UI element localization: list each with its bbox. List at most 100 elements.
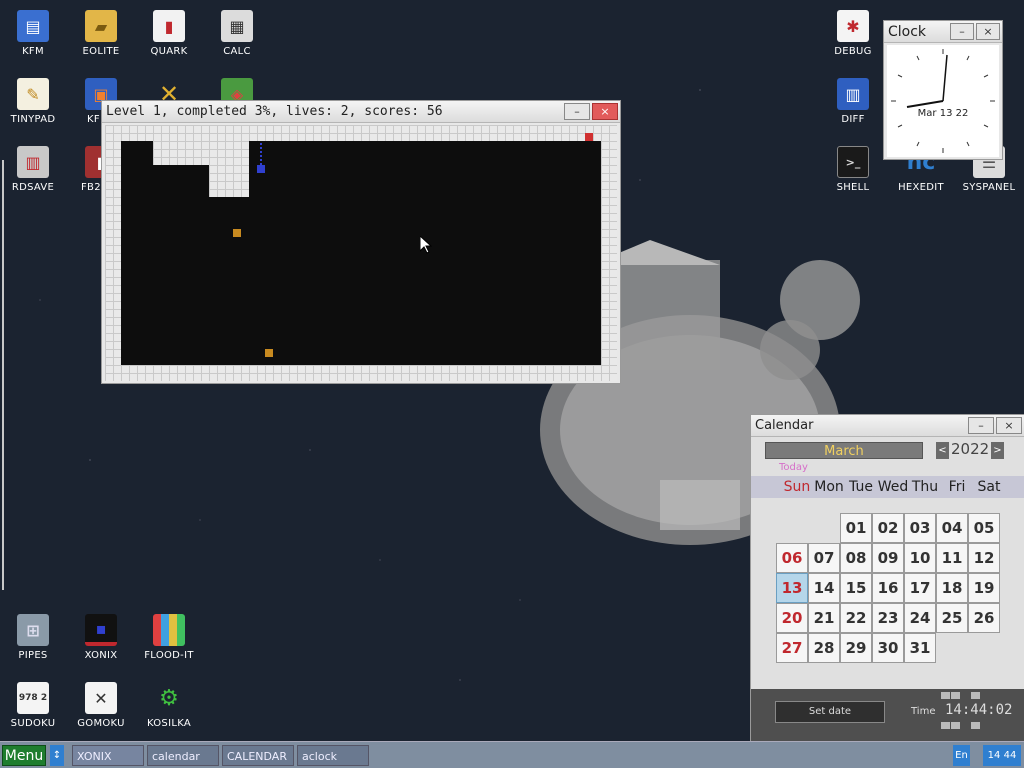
calendar-day[interactable]: 22 (840, 603, 872, 633)
calendar-day[interactable]: 30 (872, 633, 904, 663)
month-dropdown[interactable]: March (765, 442, 923, 459)
desktop-icon-shell[interactable]: >_ SHELL (821, 146, 885, 193)
weekday-fri: Fri (948, 479, 966, 495)
calendar-day[interactable]: 15 (840, 573, 872, 603)
minimize-icon: – (978, 419, 984, 432)
task-calendar-upper[interactable]: CALENDAR (222, 745, 294, 766)
desktop-icon-eolite[interactable]: ▰ EOLITE (69, 10, 133, 57)
disk-save-icon: ▥ (17, 146, 49, 178)
clock-minimize-button[interactable]: – (950, 23, 974, 40)
calendar-minimize-button[interactable]: – (968, 417, 994, 434)
task-aclock[interactable]: aclock (297, 745, 369, 766)
desktop-icon-tinypad[interactable]: ✎ TINYPAD (1, 78, 65, 125)
xonix-sea-area (121, 141, 601, 365)
clock-dial (891, 49, 995, 153)
set-date-button[interactable]: Set date (775, 701, 885, 723)
calendar-day[interactable]: 06 (776, 543, 808, 573)
xonix-player-trail (260, 143, 262, 165)
desktop-icon-kfm[interactable]: ▤ KFM (1, 10, 65, 57)
calendar-day[interactable]: 29 (840, 633, 872, 663)
desktop-icon-kosilka[interactable]: ⚙ KOSILKA (137, 682, 201, 730)
calendar-day-today[interactable]: 13 (776, 573, 808, 603)
calendar-day[interactable]: 19 (968, 573, 1000, 603)
desktop-left-edge (2, 160, 4, 590)
calendar-day[interactable]: 14 (808, 573, 840, 603)
calendar-day[interactable]: 02 (872, 513, 904, 543)
notepad-pencil-icon: ✎ (17, 78, 49, 110)
second-up-spinner[interactable] (971, 692, 980, 699)
calendar-titlebar[interactable]: Calendar – × (751, 415, 1024, 437)
xonix-sea-ball (265, 349, 273, 357)
desktop-icon-diff[interactable]: ▥ DIFF (821, 78, 885, 125)
calendar-day[interactable]: 10 (904, 543, 936, 573)
calendar-day[interactable]: 23 (872, 603, 904, 633)
calendar-window[interactable]: Calendar – × March < 2022 > Today Sun Mo… (750, 414, 1024, 742)
calendar-day[interactable]: 27 (776, 633, 808, 663)
taskbar-switch-button[interactable]: ↕ (50, 745, 64, 766)
desktop-icon-gomoku[interactable]: ✕ GOMOKU (69, 682, 133, 729)
hour-up-spinner[interactable] (941, 692, 950, 699)
second-down-spinner[interactable] (971, 722, 980, 729)
clock-titlebar[interactable]: Clock – × (884, 21, 1002, 43)
calendar-day[interactable]: 26 (968, 603, 1000, 633)
year-next-button[interactable]: > (991, 442, 1004, 459)
weekday-mon: Mon (814, 479, 844, 495)
calendar-close-button[interactable]: × (996, 417, 1022, 434)
xonix-land-enemy (585, 133, 593, 141)
xonix-captured-land-2 (209, 165, 249, 197)
xonix-window[interactable]: Level 1, completed 3%, lives: 2, scores:… (101, 100, 621, 384)
calendar-footer: Set date Time 14:44:02 (751, 689, 1024, 741)
xonix-minimize-button[interactable]: – (564, 103, 590, 120)
clock-window[interactable]: Clock – × Mar 13 22 (883, 20, 1003, 160)
calendar-day[interactable]: 25 (936, 603, 968, 633)
calendar-day[interactable]: 28 (808, 633, 840, 663)
desktop-icon-quark[interactable]: ▮ QUARK (137, 10, 201, 57)
calendar-day[interactable]: 31 (904, 633, 936, 663)
minute-down-spinner[interactable] (951, 722, 960, 729)
clock-close-button[interactable]: × (976, 23, 1000, 40)
keyboard-layout-indicator[interactable]: En (953, 745, 970, 766)
calendar-day[interactable]: 24 (904, 603, 936, 633)
minimize-icon: – (574, 105, 580, 118)
minute-up-spinner[interactable] (951, 692, 960, 699)
time-value[interactable]: 14:44:02 (945, 702, 1012, 718)
desktop-icon-xonix[interactable]: ▪ XONIX (69, 614, 133, 661)
mouse-cursor-icon (420, 236, 432, 254)
desktop-icon-rdsave[interactable]: ▥ RDSAVE (1, 146, 65, 193)
xonix-close-button[interactable]: × (592, 103, 618, 120)
menu-button[interactable]: Menu (2, 745, 46, 766)
desktop-icon-flood-it[interactable]: FLOOD-IT (137, 614, 201, 661)
task-xonix[interactable]: XONIX (72, 745, 144, 766)
calendar-day[interactable]: 11 (936, 543, 968, 573)
calendar-day[interactable]: 01 (840, 513, 872, 543)
calendar-day[interactable]: 08 (840, 543, 872, 573)
diff-compare-icon: ▥ (837, 78, 869, 110)
time-label: Time (911, 706, 936, 717)
calendar-day[interactable]: 12 (968, 543, 1000, 573)
desktop-icon-sudoku[interactable]: 978 2 SUDOKU (1, 682, 65, 729)
xonix-title: Level 1, completed 3%, lives: 2, scores:… (106, 104, 443, 119)
calendar-day[interactable]: 16 (872, 573, 904, 603)
calendar-day[interactable]: 04 (936, 513, 968, 543)
calendar-day[interactable]: 17 (904, 573, 936, 603)
taskbar: Menu ↕ XONIX calendar CALENDAR aclock En… (0, 741, 1024, 768)
taskbar-clock[interactable]: 14 44 (983, 745, 1021, 766)
year-prev-button[interactable]: < (936, 442, 949, 459)
calendar-day[interactable]: 05 (968, 513, 1000, 543)
hour-down-spinner[interactable] (941, 722, 950, 729)
desktop-icon-calc[interactable]: ▦ CALC (205, 10, 269, 57)
desktop-icon-debug[interactable]: ✱ DEBUG (821, 10, 885, 57)
calendar-day[interactable]: 07 (808, 543, 840, 573)
xonix-game-field[interactable] (105, 125, 617, 381)
tic-tac-toe-icon: ✕ (85, 682, 117, 714)
desktop-icon-pipes[interactable]: ⊞ PIPES (1, 614, 65, 661)
calendar-day[interactable]: 21 (808, 603, 840, 633)
today-link[interactable]: Today (779, 462, 808, 473)
calendar-day[interactable]: 18 (936, 573, 968, 603)
weekday-thu: Thu (911, 479, 939, 495)
task-calendar[interactable]: calendar (147, 745, 219, 766)
calendar-day[interactable]: 09 (872, 543, 904, 573)
calendar-day[interactable]: 03 (904, 513, 936, 543)
calendar-day[interactable]: 20 (776, 603, 808, 633)
xonix-titlebar[interactable]: Level 1, completed 3%, lives: 2, scores:… (102, 101, 620, 123)
